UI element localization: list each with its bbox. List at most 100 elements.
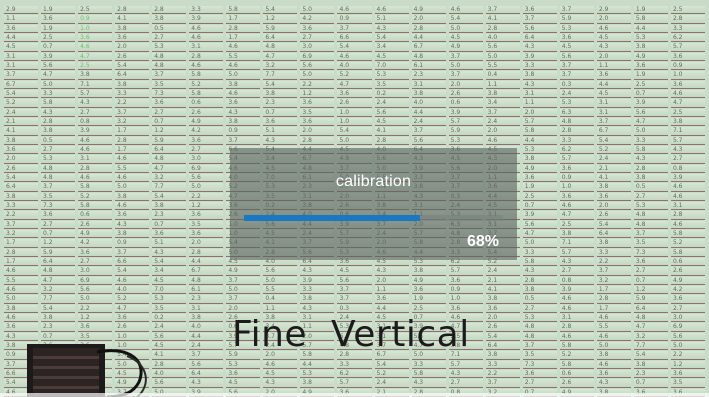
grid-cell: 2.0 [115, 43, 150, 52]
grid-cell: 3.4 [152, 267, 187, 276]
grid-cell: 5.4 [4, 173, 39, 183]
grid-cell: 7.1 [670, 127, 705, 136]
grid-cell: 5.3 [522, 313, 557, 323]
grid-cell: 2.3 [263, 99, 298, 108]
grid-cell: 3.3 [522, 61, 557, 71]
grid-cell: 3.8 [41, 313, 76, 323]
grid-cell: 5.0 [226, 71, 261, 80]
grid-cell: 1.0 [78, 24, 113, 33]
grid-cell: 1.7 [226, 15, 261, 24]
grid-cell: 5.9 [41, 248, 76, 257]
grid-cell: 2.6 [115, 323, 150, 332]
grid-cell: 4.4 [189, 332, 224, 341]
grid-cell: 4.7 [152, 164, 187, 173]
grid-cell: 7.3 [633, 248, 668, 257]
grid-cell: 4.6 [596, 313, 631, 323]
grid-cell: 3.8 [41, 127, 76, 136]
grid-cell: 5.6 [152, 379, 187, 388]
grid-cell: 4.1 [152, 351, 187, 360]
grid-cell: 3.8 [263, 89, 298, 99]
grid-cell: 4.8 [559, 117, 594, 127]
grid-cell: 2.8 [115, 136, 150, 145]
grid-cell: 4.4 [522, 136, 557, 145]
grid-cell: 4.7 [559, 211, 594, 220]
grid-cell: 4.1 [374, 127, 409, 136]
grid-cell: 5.8 [78, 183, 113, 192]
grid-cell: 2.4 [189, 341, 224, 351]
grid-cell: 3.5 [633, 239, 668, 248]
grid-cell: 3.3 [670, 24, 705, 33]
grid-cell: 4.9 [522, 164, 557, 173]
grid-cell: 4.6 [670, 89, 705, 99]
grid-cell: 3.6 [485, 304, 520, 313]
grid-cell: 3.7 [337, 285, 372, 295]
grid-cell: 3.8 [4, 136, 39, 145]
grid-cell: 2.7 [152, 33, 187, 43]
grid-cell: 5.3 [559, 24, 594, 33]
grid-cell: 3.8 [633, 43, 668, 52]
grid-cell: 3.6 [448, 276, 483, 285]
grid-cell: 4.9 [226, 267, 261, 276]
grid-cell: 3.6 [448, 304, 483, 313]
grid-cell: 0.2 [374, 89, 409, 99]
grid-cell: 4.8 [411, 52, 446, 61]
grid-cell: 4.6 [263, 360, 298, 369]
grid-cell: 6.9 [670, 323, 705, 332]
grid-cell: 4.3 [300, 304, 335, 313]
grid-cell: 2.8 [670, 211, 705, 220]
grid-cell: 2.8 [78, 164, 113, 173]
grid-cell: 2.0 [300, 127, 335, 136]
grid-cell: 5.1 [263, 127, 298, 136]
grid-cell: 5.2 [4, 99, 39, 108]
grid-cell: 3.3 [559, 136, 594, 145]
grid-cell: 6.6 [337, 33, 372, 43]
grid-cell: 6.7 [189, 267, 224, 276]
grid-cell: 3.7 [337, 24, 372, 33]
grid-cell: 6.4 [633, 304, 668, 313]
grid-cell: 3.2 [152, 173, 187, 183]
grid-cell: 4.0 [411, 99, 446, 108]
grid-cell: 0.6 [189, 99, 224, 108]
grid-cell: 3.8 [411, 89, 446, 99]
grid-cell: 4.3 [4, 332, 39, 341]
grid-cell: 4.0 [485, 33, 520, 43]
grid-cell: 2.0 [448, 80, 483, 89]
grid-cell: 3.7 [226, 136, 261, 145]
grid-cell: 2.6 [78, 220, 113, 229]
grid-cell: 3.3 [300, 285, 335, 295]
grid-cell: 5.4 [596, 136, 631, 145]
grid-cell: 2.6 [448, 89, 483, 99]
grid-cell: 3.1 [411, 80, 446, 89]
grid-cell: 6.2 [670, 33, 705, 43]
grid-cell: 3.8 [152, 201, 187, 211]
grid-cell: 5.8 [633, 145, 668, 155]
grid-cell: 0.7 [41, 332, 76, 341]
grid-cell: 3.2 [41, 285, 76, 295]
grid-cell: 3.3 [115, 89, 150, 99]
grid-cell: 4.5 [448, 33, 483, 43]
grid-cell: 3.5 [41, 192, 76, 201]
grid-cell: 3.8 [596, 183, 631, 192]
grid-cell: 5.3 [226, 360, 261, 369]
grid-cell: 7.0 [374, 61, 409, 71]
grid-cell: 6.7 [596, 127, 631, 136]
grid-cell: 2.5 [670, 6, 705, 15]
grid-cell: 4.6 [596, 24, 631, 33]
grid-cell: 4.5 [596, 89, 631, 99]
grid-cell: 4.3 [263, 136, 298, 145]
grid-cell: 2.1 [4, 117, 39, 127]
grid-cell: 2.8 [152, 6, 187, 15]
grid-cell: 4.6 [559, 295, 594, 304]
grid-cell: 4.3 [596, 379, 631, 388]
grid-cell: 3.6 [300, 117, 335, 127]
grid-cell: 3.5 [152, 304, 187, 313]
grid-cell: 3.6 [78, 248, 113, 257]
grid-cell: 5.6 [300, 61, 335, 71]
grid-cell: 3.7 [226, 295, 261, 304]
grid-cell: 4.8 [263, 43, 298, 52]
calibration-title: calibration [335, 173, 412, 190]
grid-cell: 0.9 [115, 239, 150, 248]
grid-cell: 4.3 [596, 43, 631, 52]
grid-cell: 5.4 [41, 304, 76, 313]
grid-cell: 4.6 [374, 6, 409, 15]
